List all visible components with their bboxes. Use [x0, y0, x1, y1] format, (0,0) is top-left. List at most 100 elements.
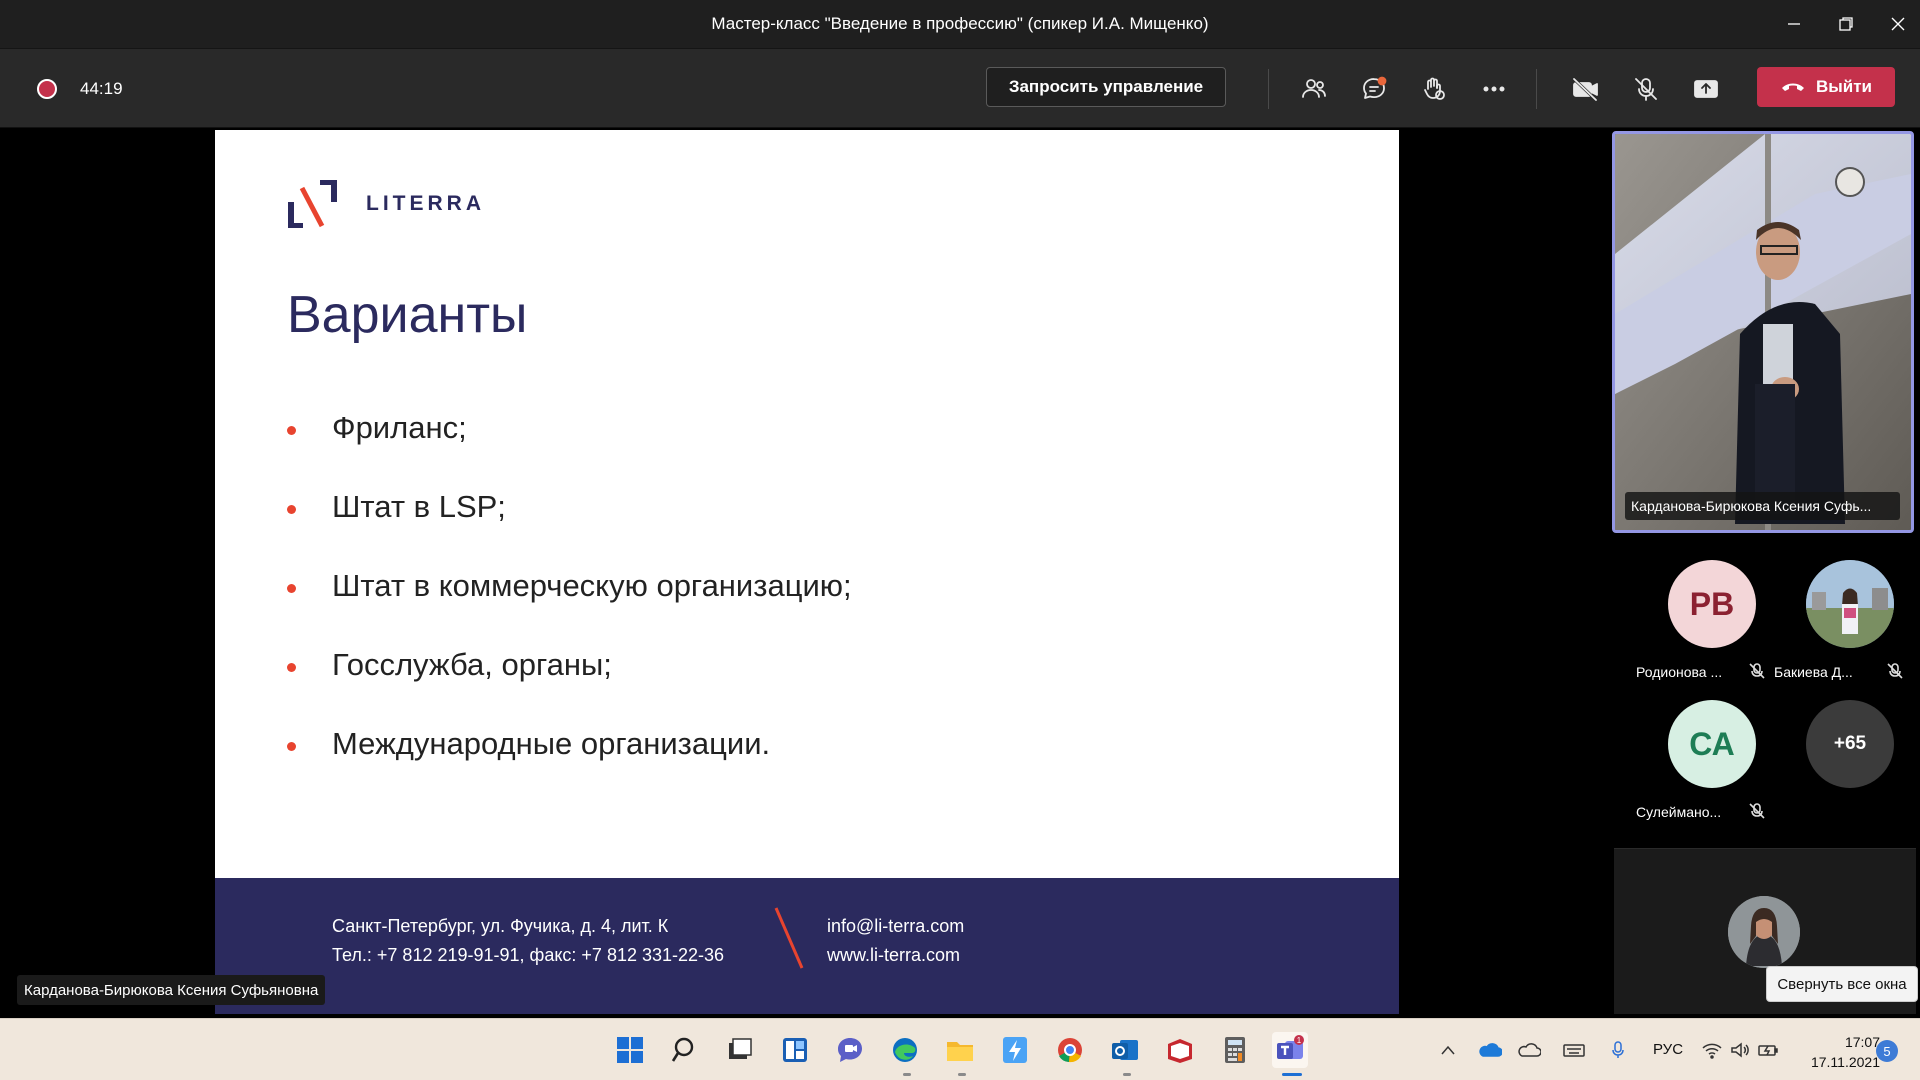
speaker-video-image [1615, 134, 1911, 530]
teams-meeting-window: Мастер-класс "Введение в профессию" (спи… [0, 0, 1920, 1080]
taskbar-app-calculator[interactable] [1217, 1032, 1253, 1068]
reactions-button[interactable] [1416, 71, 1452, 107]
input-language-indicator[interactable]: РУС [1653, 1041, 1683, 1058]
wifi-icon [1702, 1043, 1722, 1059]
taskbar-search-button[interactable] [668, 1032, 704, 1068]
restore-button[interactable] [1826, 10, 1866, 38]
folder-icon [947, 1042, 973, 1061]
mic-toggle-button[interactable] [1628, 71, 1664, 107]
bullet-text: Фриланс; [332, 410, 467, 445]
clock-time: 17:07 [1844, 1034, 1880, 1050]
microphone-icon [1612, 1041, 1624, 1058]
teams-notification-badge: 1 [1297, 1036, 1302, 1045]
avatar: РВ [1668, 560, 1756, 648]
bullet-icon [287, 742, 296, 751]
participants-button[interactable] [1296, 71, 1332, 107]
running-indicator [958, 1073, 966, 1076]
title-bar: Мастер-класс "Введение в профессию" (спи… [0, 0, 1920, 48]
clock-date: 17.11.2021 [1810, 1054, 1880, 1070]
chat-icon [1363, 76, 1387, 99]
keyboard-tray-button[interactable] [1562, 1039, 1586, 1061]
volume-tray-button[interactable] [1728, 1039, 1752, 1061]
share-content-button[interactable] [1688, 71, 1724, 107]
chevron-up-icon [1441, 1045, 1455, 1055]
leave-button[interactable]: Выйти [1757, 67, 1895, 107]
network-tray-button[interactable] [1700, 1039, 1724, 1061]
start-button[interactable] [612, 1032, 648, 1068]
taskbar-clock[interactable]: 17:07 17.11.2021 [1800, 1032, 1880, 1072]
hang-up-icon [1781, 83, 1804, 91]
footer-address: Санкт-Петербург, ул. Фучика, д. 4, лит. … [332, 916, 669, 936]
taskbar-app-edge[interactable] [887, 1032, 923, 1068]
participant-tile[interactable]: РВ Родионова ... [1636, 552, 1774, 688]
bullet-text: Госслужба, органы; [332, 647, 612, 682]
list-item: Международные организации. [287, 726, 852, 805]
taskbar-app-explorer[interactable] [942, 1032, 978, 1068]
book-app-icon [1168, 1039, 1192, 1063]
cloud-sync-tray-button[interactable] [1517, 1039, 1541, 1061]
camera-toggle-button[interactable] [1568, 71, 1604, 107]
bullet-text: Международные организации. [332, 726, 771, 761]
widgets-button[interactable] [777, 1032, 813, 1068]
avatar [1806, 560, 1894, 648]
bullet-icon [287, 663, 296, 672]
bullet-list: Фриланс; Штат в LSP; Штат в коммерческую… [287, 410, 852, 805]
taskbar-app-reader[interactable] [1162, 1032, 1198, 1068]
people-icon [1302, 79, 1326, 98]
taskbar-app-chrome[interactable] [1052, 1032, 1088, 1068]
close-button[interactable] [1878, 10, 1918, 38]
literra-logo: LITERRA [288, 180, 485, 228]
notification-center-badge[interactable]: 5 [1876, 1040, 1898, 1062]
more-participants-tile[interactable]: +65 [1774, 692, 1912, 828]
calculator-icon [1225, 1037, 1245, 1063]
footer-phones: Тел.: +7 812 219-91-91, факс: +7 812 331… [332, 945, 725, 965]
task-view-button[interactable] [722, 1032, 758, 1068]
minimize-button[interactable] [1774, 10, 1814, 38]
meeting-toolbar: 44:19 Запросить управление Выйти [0, 48, 1920, 128]
taskbar-app-chat[interactable] [832, 1032, 868, 1068]
more-actions-button[interactable] [1476, 71, 1512, 107]
literra-logo-icon [288, 180, 337, 228]
bullet-icon [287, 426, 296, 435]
speaker-video-tile[interactable]: Карданова-Бирюкова Ксения Суфь... [1612, 131, 1914, 533]
request-control-button[interactable]: Запросить управление [986, 67, 1226, 107]
chrome-browser-icon [1058, 1038, 1082, 1063]
mic-off-indicator [1886, 662, 1904, 680]
speaker-video-name: Карданова-Бирюкова Ксения Суфь... [1625, 492, 1900, 520]
more-icon [1483, 86, 1505, 92]
bullet-icon [287, 505, 296, 514]
window-title: Мастер-класс "Введение в профессию" (спи… [711, 14, 1209, 33]
microphone-tray-button[interactable] [1606, 1039, 1630, 1061]
onedrive-tray-button[interactable] [1478, 1039, 1502, 1061]
widgets-icon [783, 1038, 807, 1062]
participant-tile[interactable]: СА Сулеймано... [1636, 692, 1774, 828]
footer-address-block: Санкт-Петербург, ул. Фучика, д. 4, лит. … [332, 912, 724, 970]
mic-off-indicator [1748, 802, 1766, 820]
taskbar-app-outlook[interactable] [1107, 1032, 1143, 1068]
footer-email: info@li-terra.com [827, 916, 965, 936]
battery-charging-icon [1758, 1045, 1778, 1056]
battery-tray-button[interactable] [1756, 1039, 1780, 1061]
avatar: СА [1668, 700, 1756, 788]
close-icon [1891, 17, 1905, 31]
chat-app-icon [838, 1038, 862, 1062]
search-icon [671, 1037, 694, 1062]
cloud-icon [1518, 1043, 1541, 1057]
running-indicator [1123, 1073, 1131, 1076]
minimize-icon [1788, 23, 1800, 25]
chat-button[interactable] [1356, 71, 1392, 107]
mic-off-icon [1887, 663, 1903, 679]
outlook-mail-icon [1112, 1040, 1138, 1060]
show-desktop-tooltip: Свернуть все окна [1766, 966, 1918, 1002]
taskbar-app-teams[interactable]: 1 [1272, 1032, 1308, 1068]
overflow-count: +65 [1806, 700, 1894, 788]
mic-off-icon [1749, 803, 1765, 819]
show-hidden-icons-button[interactable] [1436, 1039, 1460, 1061]
list-item: Штат в коммерческую организацию; [287, 568, 852, 647]
leave-label: Выйти [1815, 77, 1873, 96]
slide-footer: Санкт-Петербург, ул. Фучика, д. 4, лит. … [215, 878, 1399, 1014]
taskbar-app-power-automate[interactable] [997, 1032, 1033, 1068]
slide-title: Варианты [287, 286, 528, 344]
participant-tile[interactable]: Бакиева Д... [1774, 552, 1912, 688]
camera-off-icon [1572, 77, 1598, 102]
